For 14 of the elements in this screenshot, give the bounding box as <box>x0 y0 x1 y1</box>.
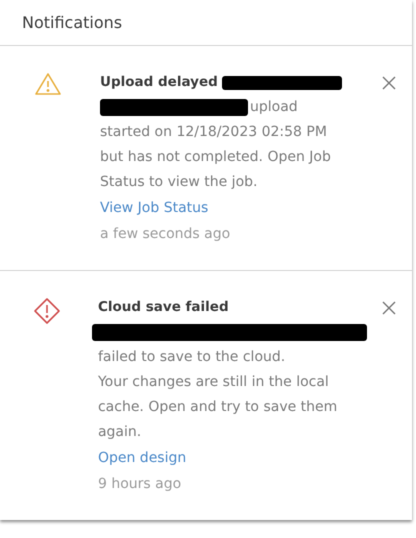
notification-message: failed to save to the cloud. Your changes are still in the local cache. Open and try to save them again. <box>98 348 338 442</box>
notification-message: started on 12/18/2023 02:58 PM but has not completed. Open Job Status to view the job. <box>100 123 331 192</box>
notification-link[interactable]: View Job Status <box>100 195 208 221</box>
notification-link[interactable]: Open design <box>98 445 186 471</box>
error-icon <box>32 297 61 325</box>
timestamp: 9 hours ago <box>98 475 182 494</box>
notification-title: Cloud save failed <box>98 298 229 318</box>
close-icon[interactable] <box>382 76 396 90</box>
warning-icon <box>34 72 62 96</box>
notification-text: upload <box>250 98 298 117</box>
close-icon[interactable] <box>382 301 396 315</box>
timestamp: a few seconds ago <box>100 225 230 244</box>
notification-title: Upload delayed <box>100 73 218 92</box>
panel-title: Notifications <box>22 12 122 34</box>
